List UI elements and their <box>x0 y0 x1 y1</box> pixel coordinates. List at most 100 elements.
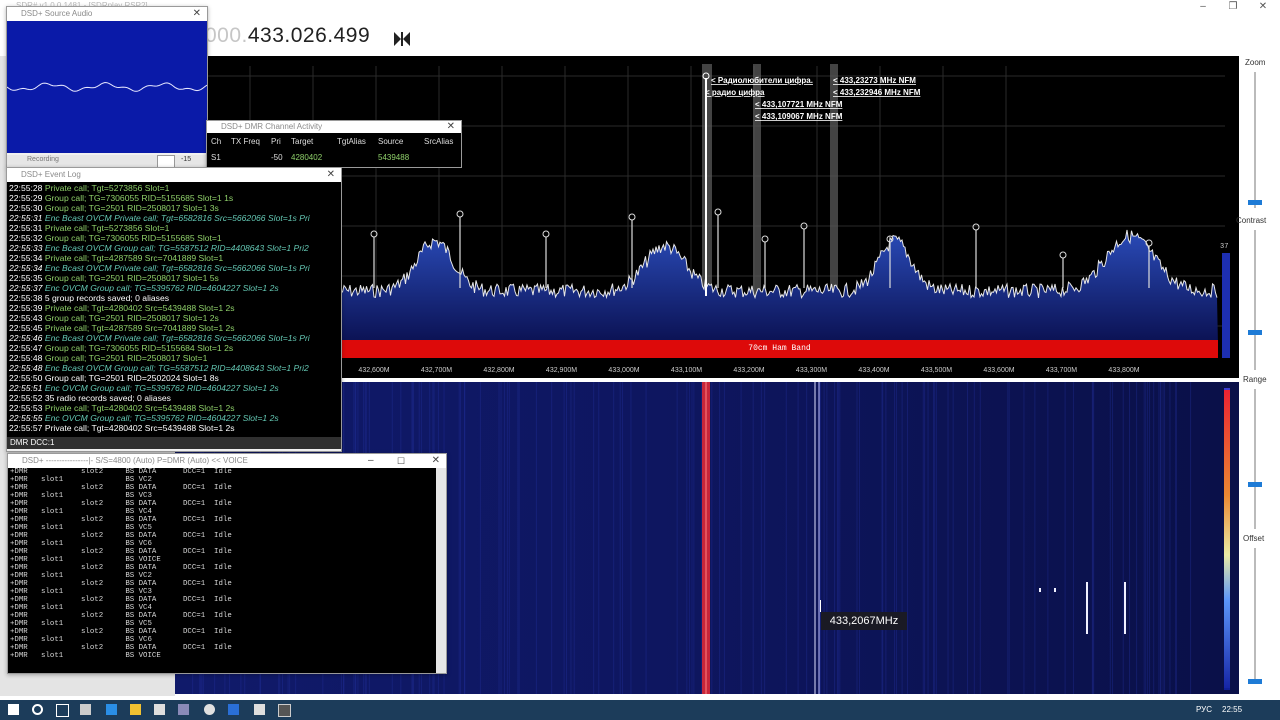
marker-annotation[interactable]: < Радиолюбители цифра. <box>711 76 813 85</box>
console-line: +DMR slot2 BS DATA DCC=1 Idle <box>10 484 232 492</box>
channel-activity-table: Ch TX Freq Pri Target TgtAlias Source Sr… <box>207 133 461 167</box>
skip-icon[interactable] <box>394 32 410 46</box>
channel-activity-close-button[interactable]: ✕ <box>447 121 455 133</box>
maximize-button[interactable]: ❐ <box>1222 0 1244 14</box>
marker-annotation[interactable]: < 433,232946 MHz NFM <box>833 88 921 97</box>
log-time: 22:55:46 <box>9 333 43 343</box>
search-icon[interactable] <box>32 704 43 715</box>
log-message: Group call; TG=7306055 RID=5155685 Slot=… <box>42 193 234 203</box>
log-time: 22:55:28 <box>9 183 43 193</box>
range-slider-track[interactable] <box>1254 389 1256 529</box>
console-line: +DMR slot1 BS VC5 <box>10 620 152 628</box>
log-entry: 22:55:48 Enc Bcast OVCM Group call; TG=5… <box>9 363 341 373</box>
marker-annotation[interactable]: < 433,107721 MHz NFM <box>755 100 843 109</box>
log-message: Group call; TG=7306055 RID=5155684 Slot=… <box>42 343 234 353</box>
store-icon[interactable] <box>154 704 165 715</box>
freq-tick-label: 432,600M <box>358 367 389 374</box>
browser-icon[interactable] <box>204 704 215 715</box>
clock[interactable]: 22:55 <box>1222 705 1242 714</box>
log-time: 22:55:38 <box>9 293 43 303</box>
console-line: +DMR slot2 BS DATA DCC=1 Idle <box>10 580 232 588</box>
console-titlebar[interactable]: DSD+ ----------------|- S/S=4800 (Auto) … <box>8 454 446 468</box>
console-scrollbar[interactable] <box>436 468 446 673</box>
log-time: 22:55:53 <box>9 403 43 413</box>
log-entry: 22:55:37 Enc OVCM Group call; TG=5395762… <box>9 283 341 293</box>
log-entry: 22:55:35 Group call; TG=2501 RID=2508017… <box>9 273 341 283</box>
zoom-slider-thumb[interactable] <box>1248 200 1262 205</box>
event-log-titlebar[interactable]: DSD+ Event Log ✕ <box>7 168 341 182</box>
event-log-title: DSD+ Event Log <box>21 170 81 179</box>
event-log-close-button[interactable]: ✕ <box>327 168 335 182</box>
log-message: Group call; TG=2501 RID=2502024 Slot=1 8… <box>42 373 219 383</box>
marker-annotation[interactable]: < 433,23273 MHz NFM <box>833 76 916 85</box>
zoom-slider-track[interactable] <box>1254 72 1256 208</box>
level-value: 37 <box>1220 243 1229 251</box>
console-line: +DMR slot1 BS VOICE <box>10 556 161 564</box>
log-time: 22:55:31 <box>9 223 43 233</box>
start-icon[interactable] <box>8 704 19 715</box>
minimize-button[interactable]: – <box>1192 0 1214 14</box>
freq-tick-label: 433,500M <box>921 367 952 374</box>
log-time: 22:55:50 <box>9 373 43 383</box>
log-entry: 22:55:28 Private call; Tgt=5273856 Slot=… <box>9 183 341 193</box>
log-time: 22:55:48 <box>9 363 43 373</box>
freq-tick-label: 433,100M <box>671 367 702 374</box>
log-entry: 22:55:43 Group call; TG=2501 RID=2508017… <box>9 313 341 323</box>
log-message: Private call; Tgt=4280402 Src=5439488 Sl… <box>42 303 235 313</box>
language-indicator[interactable]: РУС <box>1196 705 1212 714</box>
console-icon[interactable] <box>278 704 291 717</box>
console-line: +DMR slot1 BS VC3 <box>10 588 152 596</box>
band-plan-bar[interactable]: 70cm Ham Band <box>341 340 1218 358</box>
contrast-slider-track[interactable] <box>1254 230 1256 370</box>
channel-activity-titlebar[interactable]: DSD+ DMR Channel Activity ✕ <box>207 121 461 133</box>
offset-slider-track[interactable] <box>1254 548 1256 684</box>
log-entry: 22:55:50 Group call; TG=2501 RID=2502024… <box>9 373 341 383</box>
task-view-icon[interactable] <box>56 704 69 717</box>
edge-icon[interactable] <box>106 704 117 715</box>
log-message: Enc OVCM Group call; TG=5395762 RID=4604… <box>42 383 279 393</box>
taskbar: РУС 22:55 <box>0 700 1280 720</box>
console-close-button[interactable]: ✕ <box>432 454 440 468</box>
col-header: SrcAlias <box>424 137 454 146</box>
console-maximize-button[interactable]: ☐ <box>397 454 405 468</box>
frequency-display[interactable]: 000.433.026.499 <box>205 24 370 54</box>
log-time: 22:55:30 <box>9 203 43 213</box>
dsd-icon[interactable] <box>254 704 265 715</box>
col-header: Pri <box>271 137 281 146</box>
event-log-status: DMR DCC:1 <box>7 437 341 449</box>
offset-slider-thumb[interactable] <box>1248 679 1262 684</box>
console-line: +DMR slot2 BS DATA DCC=1 Idle <box>10 596 232 604</box>
log-time: 22:55:37 <box>9 283 43 293</box>
source-audio-close-button[interactable]: ✕ <box>193 7 201 21</box>
freq-tick-label: 432,800M <box>483 367 514 374</box>
log-time: 22:55:39 <box>9 303 43 313</box>
row-pri: -50 <box>271 153 283 162</box>
mail-icon[interactable] <box>80 704 91 715</box>
app-icon[interactable] <box>178 704 189 715</box>
marker-annotation[interactable]: < радио цифра <box>705 88 765 97</box>
console-line: +DMR slot2 BS DATA DCC=1 Idle <box>10 548 232 556</box>
marker-annotation[interactable]: < 433,109067 MHz NFM <box>755 112 843 121</box>
contrast-slider-thumb[interactable] <box>1248 330 1262 335</box>
freq-tick-label: 432,700M <box>421 367 452 374</box>
folder-icon[interactable] <box>130 704 141 715</box>
log-entry: 22:55:31 Private call; Tgt=5273856 Slot=… <box>9 223 341 233</box>
log-entry: 22:55:39 Private call; Tgt=4280402 Src=5… <box>9 303 341 313</box>
source-audio-titlebar[interactable]: DSD+ Source Audio ✕ <box>7 7 207 21</box>
log-message: Group call; TG=7306055 RID=5155685 Slot=… <box>42 233 222 243</box>
right-control-panel: Zoom Contrast Range Offset <box>1236 56 1280 696</box>
close-button[interactable]: ✕ <box>1252 0 1274 14</box>
log-entry: 22:55:57 Private call; Tgt=4280402 Src=5… <box>9 423 341 433</box>
console-minimize-button[interactable]: – <box>368 454 374 468</box>
audio-waveform <box>7 21 207 153</box>
channel-activity-title: DSD+ DMR Channel Activity <box>221 122 323 131</box>
audio-level-label: -15 <box>181 156 192 163</box>
source-audio-window: DSD+ Source Audio ✕ Recording -15 <box>6 6 208 169</box>
log-entry: 22:55:51 Enc OVCM Group call; TG=5395762… <box>9 383 341 393</box>
cursor-frequency-tooltip: 433,2067MHz <box>821 612 907 630</box>
event-log-window: DSD+ Event Log ✕ 22:55:28 Private call; … <box>6 167 342 452</box>
log-entry: 22:55:48 Group call; TG=2501 RID=2508017… <box>9 353 341 363</box>
range-slider-thumb[interactable] <box>1248 482 1262 487</box>
sdr-icon[interactable] <box>228 704 239 715</box>
console-line: +DMR slot1 BS VC6 <box>10 540 152 548</box>
